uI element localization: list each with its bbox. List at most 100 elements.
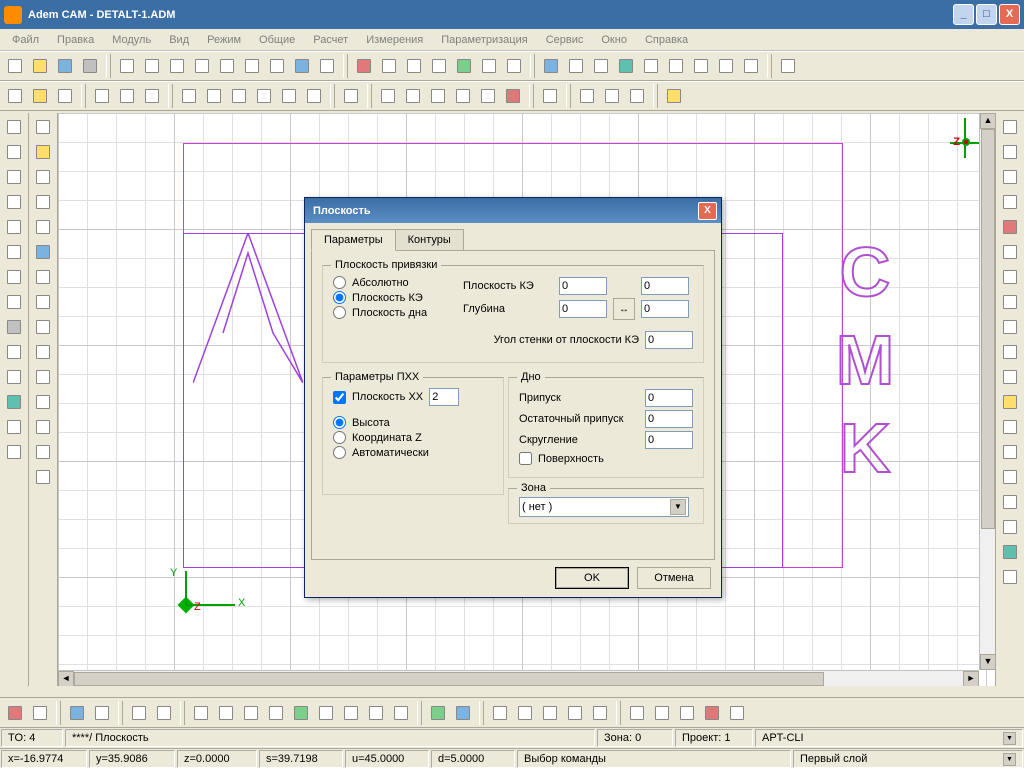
vtr-4[interactable] xyxy=(998,190,1022,214)
menu-help[interactable]: Справка xyxy=(637,31,696,49)
vtr-16[interactable] xyxy=(998,490,1022,514)
dialog-titlebar[interactable]: Плоскость X xyxy=(305,198,721,223)
vtr-11[interactable] xyxy=(998,365,1022,389)
new-icon[interactable] xyxy=(3,54,27,78)
menu-window[interactable]: Окно xyxy=(593,31,635,49)
tb1-7[interactable] xyxy=(165,54,189,78)
tb2-23[interactable] xyxy=(625,84,649,108)
print-icon[interactable] xyxy=(78,54,102,78)
tb1-17[interactable] xyxy=(427,54,451,78)
plane-ke-input1[interactable] xyxy=(559,277,607,295)
scrollbar-horizontal[interactable]: ◄► xyxy=(58,670,979,686)
bt-15[interactable] xyxy=(389,701,413,725)
vtr-8[interactable] xyxy=(998,290,1022,314)
vt1-2[interactable] xyxy=(2,140,26,164)
bt-20[interactable] xyxy=(538,701,562,725)
tb2-2[interactable] xyxy=(28,84,52,108)
bt-11[interactable] xyxy=(289,701,313,725)
vt2-2[interactable] xyxy=(31,140,55,164)
menu-service[interactable]: Сервис xyxy=(538,31,592,49)
bt-6[interactable] xyxy=(152,701,176,725)
radio-height[interactable] xyxy=(333,416,346,429)
tb2-13[interactable] xyxy=(339,84,363,108)
bt-7[interactable] xyxy=(189,701,213,725)
vtr-3[interactable] xyxy=(998,165,1022,189)
tb1-28[interactable] xyxy=(714,54,738,78)
bt-27[interactable] xyxy=(725,701,749,725)
vtr-17[interactable] xyxy=(998,515,1022,539)
tb2-6[interactable] xyxy=(140,84,164,108)
bt-9[interactable] xyxy=(239,701,263,725)
tb1-30[interactable] xyxy=(776,54,800,78)
stock-input[interactable] xyxy=(645,389,693,407)
tb1-8[interactable] xyxy=(190,54,214,78)
tb1-26[interactable] xyxy=(664,54,688,78)
tb1-23[interactable] xyxy=(589,54,613,78)
vtr-15[interactable] xyxy=(998,465,1022,489)
menu-param[interactable]: Параметризация xyxy=(433,31,535,49)
radio-coord-z[interactable] xyxy=(333,431,346,444)
bt-2[interactable] xyxy=(28,701,52,725)
vt1-7[interactable] xyxy=(2,265,26,289)
vt1-14[interactable] xyxy=(2,440,26,464)
vt2-9[interactable] xyxy=(31,315,55,339)
bt-3[interactable] xyxy=(65,701,89,725)
tb2-20[interactable] xyxy=(538,84,562,108)
depth-input1[interactable] xyxy=(559,300,607,318)
bt-17[interactable] xyxy=(451,701,475,725)
tb2-9[interactable] xyxy=(227,84,251,108)
bt-22[interactable] xyxy=(588,701,612,725)
tb1-29[interactable] xyxy=(739,54,763,78)
bt-4[interactable] xyxy=(90,701,114,725)
vt1-13[interactable] xyxy=(2,415,26,439)
tb1-14[interactable] xyxy=(352,54,376,78)
radio-plane-ke[interactable] xyxy=(333,291,346,304)
bt-25[interactable] xyxy=(675,701,699,725)
vt1-3[interactable] xyxy=(2,165,26,189)
tb1-21[interactable] xyxy=(539,54,563,78)
vt1-6[interactable] xyxy=(2,240,26,264)
tb2-21[interactable] xyxy=(575,84,599,108)
vt1-8[interactable] xyxy=(2,290,26,314)
tb1-6[interactable] xyxy=(140,54,164,78)
vtr-2[interactable] xyxy=(998,140,1022,164)
tb2-3[interactable] xyxy=(53,84,77,108)
open-icon[interactable] xyxy=(28,54,52,78)
vt1-11[interactable] xyxy=(2,365,26,389)
tb1-12[interactable] xyxy=(290,54,314,78)
scrollbar-vertical[interactable]: ▲▼ xyxy=(979,113,995,670)
bt-16[interactable] xyxy=(426,701,450,725)
status-layer[interactable]: Первый слой▼ xyxy=(793,750,1023,768)
bt-8[interactable] xyxy=(214,701,238,725)
bt-24[interactable] xyxy=(650,701,674,725)
tb2-14[interactable] xyxy=(376,84,400,108)
bt-5[interactable] xyxy=(127,701,151,725)
check-plane-xx[interactable] xyxy=(333,391,346,404)
tb1-24[interactable] xyxy=(614,54,638,78)
tb2-1[interactable] xyxy=(3,84,27,108)
tb2-19[interactable] xyxy=(501,84,525,108)
vt2-8[interactable] xyxy=(31,290,55,314)
bt-14[interactable] xyxy=(364,701,388,725)
vt2-6[interactable] xyxy=(31,240,55,264)
vt2-12[interactable] xyxy=(31,390,55,414)
tb2-11[interactable] xyxy=(277,84,301,108)
tb1-27[interactable] xyxy=(689,54,713,78)
radio-auto[interactable] xyxy=(333,446,346,459)
tb2-15[interactable] xyxy=(401,84,425,108)
plane-ke-input2[interactable] xyxy=(641,277,689,295)
tb1-13[interactable] xyxy=(315,54,339,78)
vtr-12[interactable] xyxy=(998,390,1022,414)
vt1-12[interactable] xyxy=(2,390,26,414)
vt2-5[interactable] xyxy=(31,215,55,239)
vt2-1[interactable] xyxy=(31,115,55,139)
bt-19[interactable] xyxy=(513,701,537,725)
tb2-4[interactable] xyxy=(90,84,114,108)
tb1-16[interactable] xyxy=(402,54,426,78)
vt1-9[interactable] xyxy=(2,315,26,339)
zone-combo[interactable]: ( нет )▼ xyxy=(519,497,689,517)
vtr-10[interactable] xyxy=(998,340,1022,364)
bt-23[interactable] xyxy=(625,701,649,725)
minimize-button[interactable]: _ xyxy=(953,4,974,25)
bt-10[interactable] xyxy=(264,701,288,725)
